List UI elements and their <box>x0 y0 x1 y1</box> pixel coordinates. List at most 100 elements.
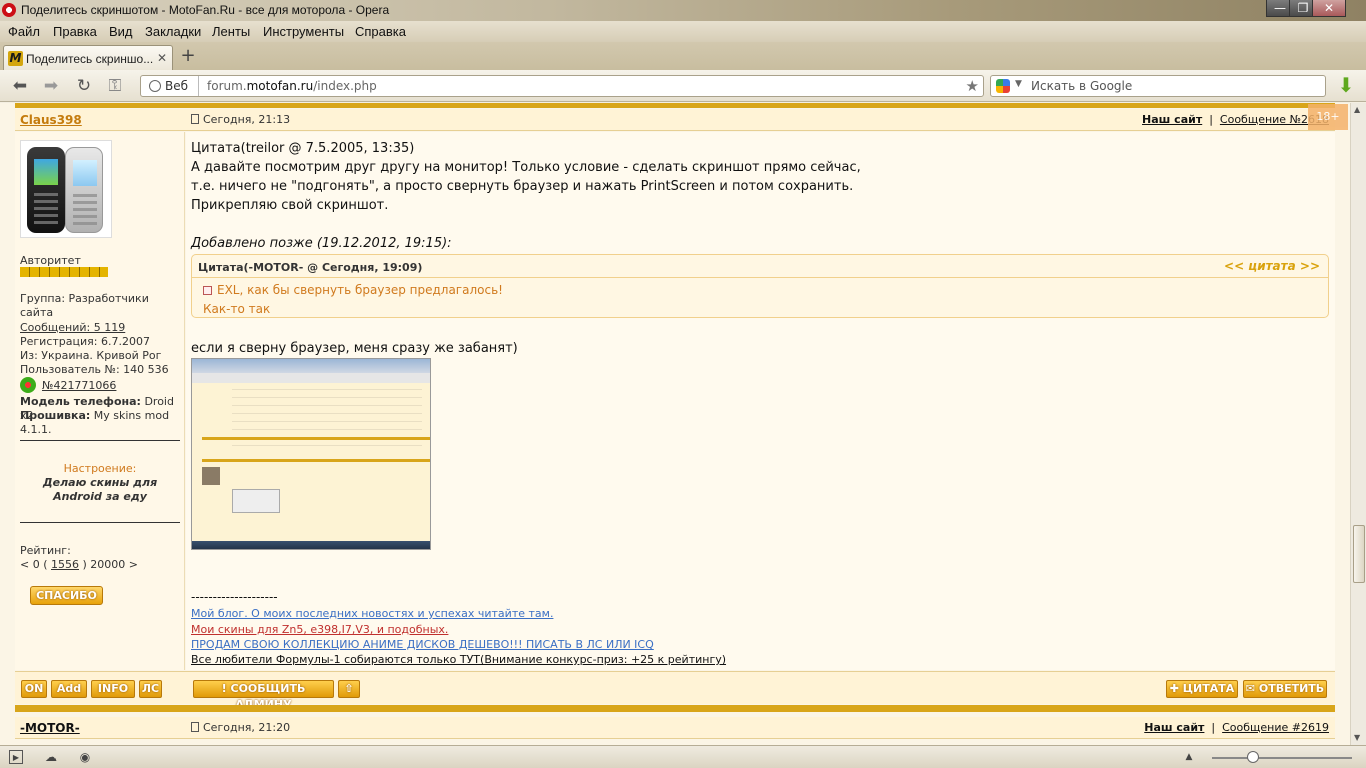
user-number: Пользователь №: 140 536 <box>20 363 169 376</box>
zoom-slider-knob[interactable] <box>1247 751 1259 763</box>
post-header: Claus398 Сегодня, 21:13 Наш сайт | Сообщ… <box>15 109 1335 131</box>
menu-file[interactable]: Файл <box>8 24 40 39</box>
menu-bookmarks[interactable]: Закладки <box>145 24 201 39</box>
page-content: Claus398 Сегодня, 21:13 Наш сайт | Сообщ… <box>0 103 1350 745</box>
opera-logo-icon <box>2 3 16 17</box>
document-icon <box>191 722 199 732</box>
user-group: Группа: Разработчики сайта <box>20 292 149 319</box>
post-date-text: Сегодня, 21:13 <box>203 113 291 126</box>
rating-label: Рейтинг: <box>20 544 71 557</box>
phone-silver-icon <box>65 147 103 233</box>
globe-icon <box>149 80 161 92</box>
attached-screenshot-thumbnail[interactable] <box>191 358 431 550</box>
user-registered: Регистрация: 6.7.2007 <box>20 335 150 348</box>
menu-feeds[interactable]: Ленты <box>212 24 250 39</box>
reply-button[interactable]: ✉ ОТВЕТИТЬ <box>1243 680 1327 698</box>
post-date: Сегодня, 21:13 <box>191 113 290 126</box>
scroll-top-button[interactable]: ⇧ <box>338 680 360 698</box>
user-messages-link[interactable]: Сообщений: 5 119 <box>20 321 182 335</box>
address-bar[interactable]: Веб forum.motofan.ru/index.php ★ <box>140 75 984 97</box>
signature-skins-link[interactable]: Мои скины для Zn5, e398,I7,V3, и подобны… <box>191 623 448 636</box>
report-admin-button[interactable]: ! СООБЩИТЬ АДМИНУ <box>193 680 334 711</box>
tab-close-icon[interactable]: ✕ <box>157 51 167 65</box>
mood-text: Делаю скины для Android за еду <box>42 476 158 503</box>
post-author-link[interactable]: -MOTOR- <box>20 721 80 735</box>
user-rank-label: Авторитет <box>20 254 81 267</box>
navigation-bar: ⬅ ➡ ↻ ⚿ Веб forum.motofan.ru/index.php ★… <box>0 70 1366 102</box>
google-icon <box>996 79 1010 93</box>
search-engine-dropdown-icon[interactable]: ▼ <box>1015 79 1022 89</box>
menu-help[interactable]: Справка <box>355 24 406 39</box>
avatar <box>20 140 112 238</box>
inner-quote-link[interactable]: << цитата >> <box>1224 259 1320 273</box>
quote-button[interactable]: ✚ ЦИТАТА <box>1166 680 1238 698</box>
post-date-text: Сегодня, 21:20 <box>203 721 291 734</box>
address-mode-label: Веб <box>165 79 189 93</box>
private-message-button[interactable]: ЛС <box>139 680 162 698</box>
post-author-link[interactable]: Claus398 <box>20 113 82 127</box>
thanks-button[interactable]: СПАСИБО <box>30 586 103 605</box>
online-status-button[interactable]: ON <box>21 680 47 698</box>
close-window-button[interactable]: ✕ <box>1312 0 1346 17</box>
scrollbar-thumb[interactable] <box>1353 525 1365 583</box>
reply-text: если я сверну браузер, меня сразу же заб… <box>191 341 518 356</box>
reload-icon[interactable]: ↻ <box>73 76 95 96</box>
signature-anime-link[interactable]: ПРОДАМ СВОЮ КОЛЛЕКЦИЮ АНИМЕ ДИСКОВ ДЕШЕВ… <box>191 638 654 651</box>
window-titlebar: Поделитесь скриншотом - MotoFan.Ru - все… <box>0 0 1366 21</box>
firmware-row: Прошивка: My skins mod 4.1.1. <box>20 409 182 437</box>
cloud-icon[interactable]: ☁ <box>44 750 58 764</box>
user-info-button[interactable]: INFO <box>91 680 135 698</box>
status-bar: ▶ ☁ ◉ ▲ <box>0 745 1366 768</box>
wand-key-icon[interactable]: ⚿ <box>104 76 126 96</box>
menu-view[interactable]: Вид <box>109 24 133 39</box>
menu-bar: Файл Правка Вид Закладки Ленты Инструмен… <box>0 21 1366 42</box>
download-arrow-icon[interactable]: ⬇ <box>1336 75 1356 95</box>
inner-quote-line: Как-то так <box>203 302 271 316</box>
our-site-link[interactable]: Наш сайт <box>1142 113 1202 126</box>
address-url[interactable]: forum.motofan.ru/index.php <box>207 79 377 93</box>
panel-toggle-icon[interactable]: ▶ <box>9 750 23 764</box>
new-tab-button[interactable]: + <box>178 47 198 65</box>
scroll-up-icon[interactable]: ▲ <box>1354 105 1360 114</box>
our-site-link[interactable]: Наш сайт <box>1144 721 1204 734</box>
speed-dial-icon[interactable]: ◉ <box>78 750 92 764</box>
post-separator-bar <box>15 103 1335 108</box>
rating-row: < 0 ( 1556 ) 20000 > <box>20 558 182 572</box>
back-arrow-icon[interactable]: ⬅ <box>9 76 31 96</box>
post-text-line: А давайте посмотрим друг другу на монито… <box>191 160 861 175</box>
user-location: Из: Украина. Кривой Рог <box>20 349 162 362</box>
signature-blog-link[interactable]: Мой блог. О моих последних новостях и ус… <box>191 607 553 620</box>
post-text-line: Прикрепляю свой скриншот. <box>191 198 389 213</box>
search-field[interactable]: ▼ Искать в Google <box>990 75 1326 97</box>
rating-minus[interactable]: < 0 ( <box>20 558 51 571</box>
rating-value-link[interactable]: 1556 <box>51 558 79 571</box>
page-scrollbar[interactable]: ▲ ▼ <box>1350 103 1366 745</box>
signature-divider: -------------------- <box>191 590 278 604</box>
zoom-up-icon[interactable]: ▲ <box>1182 750 1196 764</box>
url-prefix: forum. <box>207 79 247 93</box>
post-body: Цитата(treilor @ 7.5.2005, 13:35) А дава… <box>186 132 1335 670</box>
icq-number-link[interactable]: №421771066 <box>42 379 116 392</box>
quote-attribution: Цитата(treilor @ 7.5.2005, 13:35) <box>191 141 415 156</box>
message-number-link[interactable]: Сообщение #2619 <box>1222 721 1329 734</box>
signature-f1-link[interactable]: Все любители Формулы-1 собираются только… <box>191 653 726 666</box>
menu-tools[interactable]: Инструменты <box>263 24 344 39</box>
window-title: Поделитесь скриншотом - MotoFan.Ru - все… <box>21 3 390 17</box>
added-later-note: Добавлено позже (19.12.2012, 19:15): <box>191 236 452 251</box>
rating-plus[interactable]: ) 20000 > <box>79 558 138 571</box>
post-author-panel: Авторитет Группа: Разработчики сайта Соо… <box>15 132 185 670</box>
address-mode-badge[interactable]: Веб <box>141 76 199 96</box>
icq-row: №421771066 <box>20 377 182 393</box>
motofan-favicon-icon: M <box>8 51 23 66</box>
tab-active[interactable]: M Поделитесь скриншо... ✕ <box>3 45 173 70</box>
bookmark-star-icon[interactable]: ★ <box>966 76 979 96</box>
post-text-line: т.е. ничего не "подгонять", а просто све… <box>191 179 854 194</box>
search-placeholder: Искать в Google <box>1031 79 1133 93</box>
menu-edit[interactable]: Правка <box>53 24 97 39</box>
zoom-slider-track[interactable] <box>1212 757 1352 759</box>
divider <box>20 440 180 441</box>
scroll-down-icon[interactable]: ▼ <box>1354 733 1360 742</box>
inner-quote-box: Цитата(-MOTOR- @ Сегодня, 19:09) << цита… <box>191 254 1329 318</box>
add-friend-button[interactable]: Add <box>51 680 87 698</box>
forward-arrow-icon[interactable]: ➡ <box>40 76 62 96</box>
